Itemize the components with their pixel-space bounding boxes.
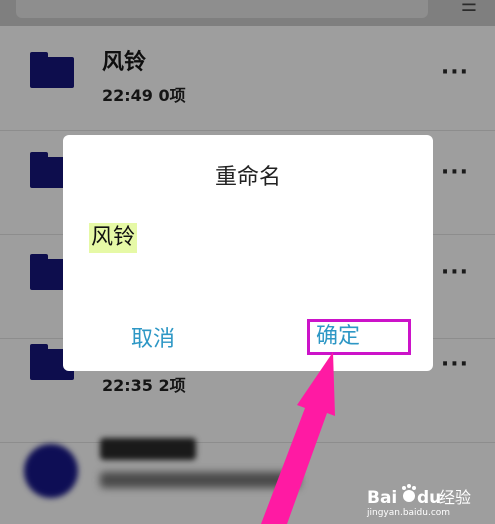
dialog-title: 重命名 xyxy=(214,165,281,190)
more-icon[interactable]: ··· xyxy=(441,60,469,85)
blurred-subtitle xyxy=(100,472,300,488)
top-bar: ☰ xyxy=(0,0,495,26)
sort-icon[interactable]: ☰ xyxy=(457,0,481,16)
svg-text:经验: 经验 xyxy=(439,488,471,507)
file-meta: 22:35 2项 xyxy=(102,372,186,396)
file-count: 0项 xyxy=(158,86,186,105)
file-count: 2项 xyxy=(158,376,186,395)
file-meta: 22:49 0项 xyxy=(102,82,186,106)
svg-text:du: du xyxy=(417,488,441,508)
file-time: 22:49 xyxy=(102,86,153,105)
cancel-button[interactable]: 取消 xyxy=(131,321,175,353)
file-name: 风铃 xyxy=(102,50,147,75)
more-icon[interactable]: ··· xyxy=(441,260,469,285)
folder-icon xyxy=(30,52,74,88)
rename-dialog: 重命名 风铃 取消 确定 xyxy=(63,135,433,371)
confirm-button[interactable]: 确定 xyxy=(307,319,411,355)
watermark-url: jingyan.baidu.com xyxy=(367,508,451,518)
blurred-title xyxy=(100,438,196,460)
baidu-logo: Bai du 经验 xyxy=(367,484,471,508)
more-icon[interactable]: ··· xyxy=(441,160,469,185)
file-time: 22:35 xyxy=(102,376,153,395)
search-bar[interactable] xyxy=(16,0,428,18)
baidu-watermark: Bai du 经验 jingyan.baidu.com xyxy=(367,480,489,522)
app-icon xyxy=(24,444,78,498)
rename-input[interactable]: 风铃 xyxy=(89,223,138,253)
more-icon[interactable]: ··· xyxy=(441,352,469,377)
svg-text:Bai: Bai xyxy=(367,488,397,508)
list-item[interactable]: 风铃 22:49 0项 ··· xyxy=(0,26,495,131)
